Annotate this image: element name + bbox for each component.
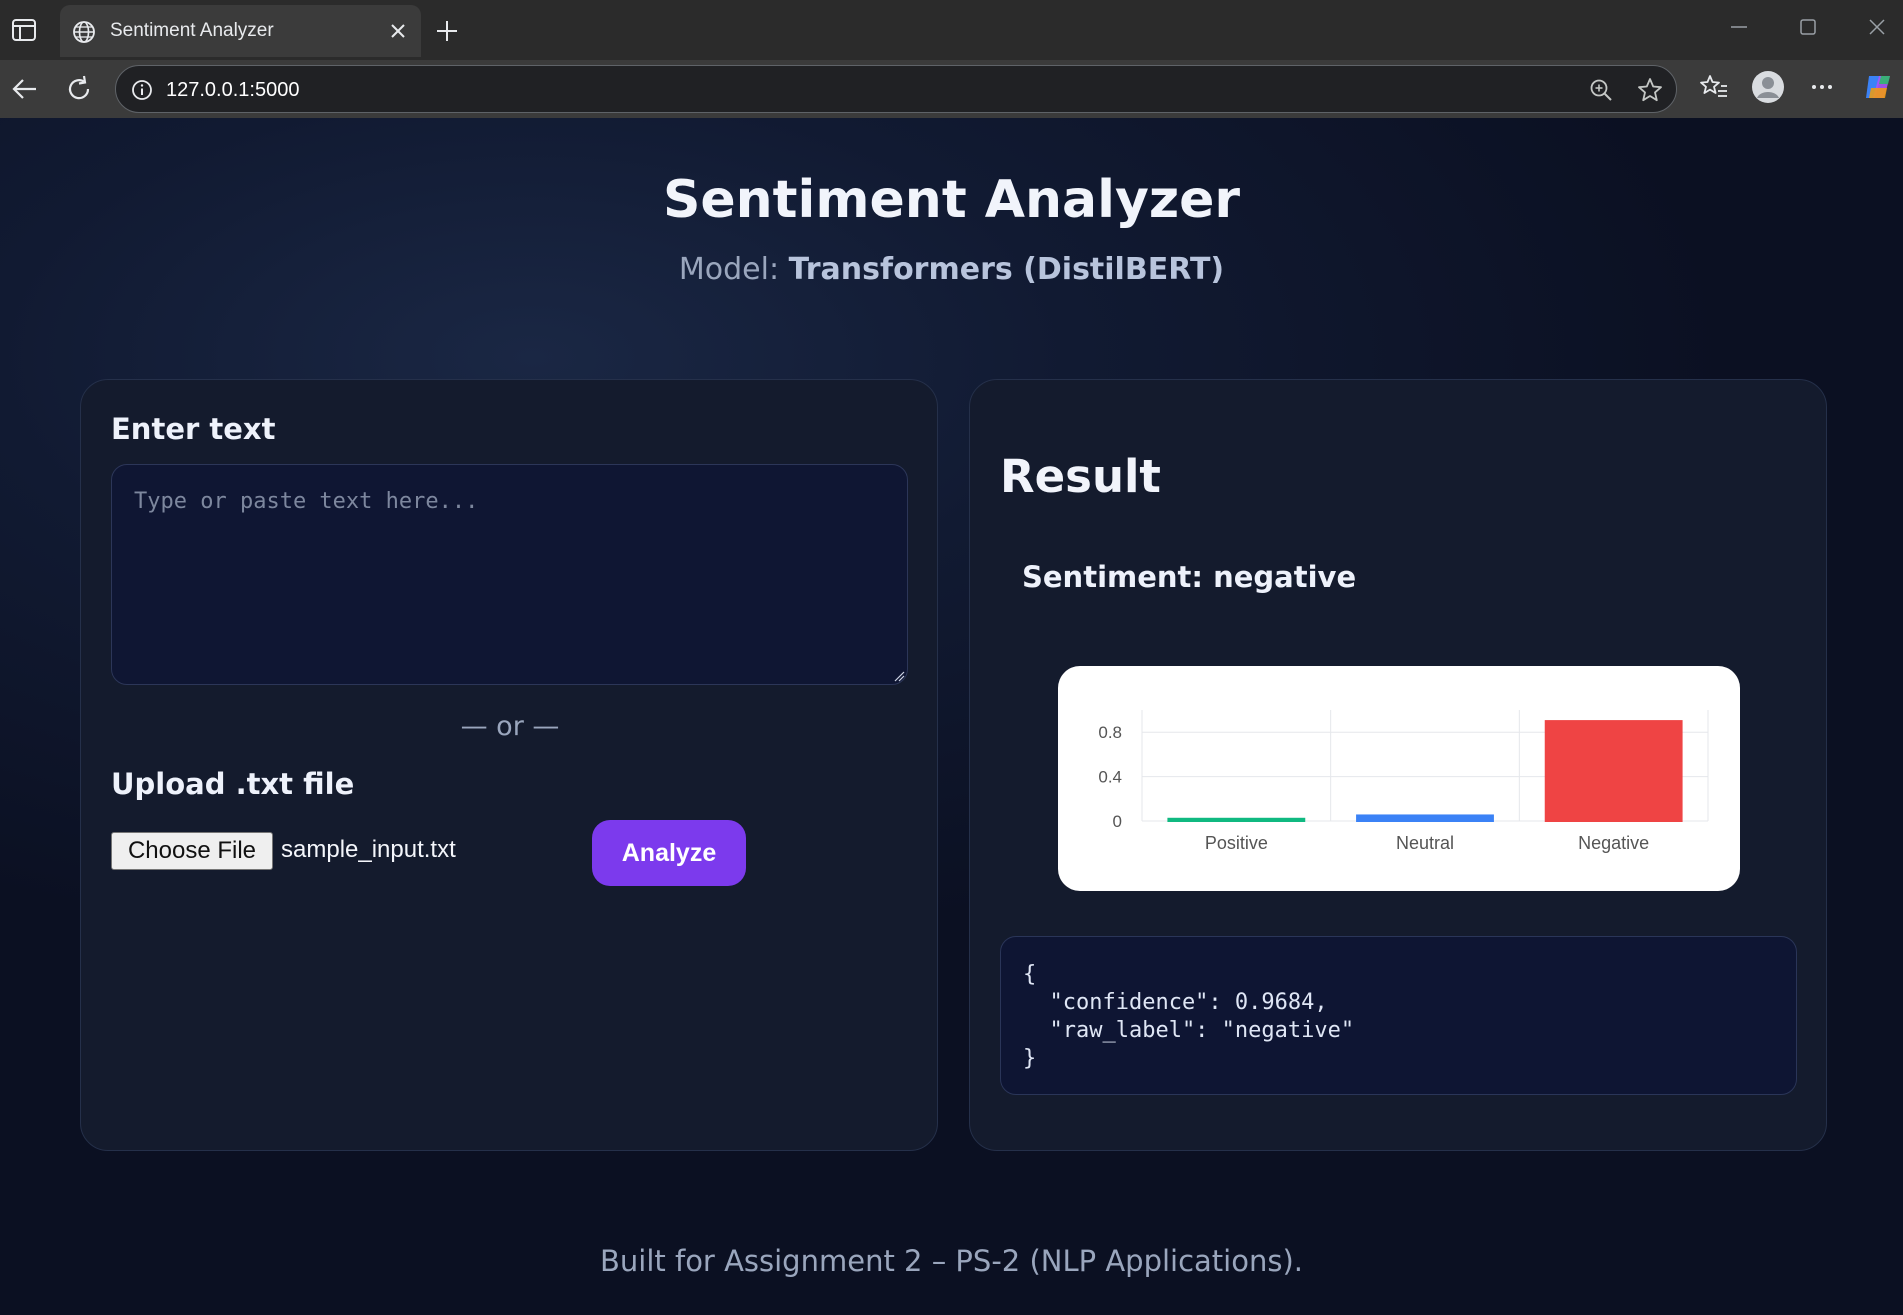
favorite-star-icon[interactable] [1636, 76, 1664, 104]
favorites-icon[interactable] [1699, 72, 1729, 102]
new-tab-icon[interactable] [434, 18, 460, 44]
model-name: Transformers (DistilBERT) [788, 252, 1225, 287]
bar-positive [1167, 817, 1306, 822]
back-arrow-icon[interactable] [10, 74, 40, 104]
resize-handle-icon[interactable] [893, 670, 905, 682]
maximize-icon[interactable] [1797, 16, 1819, 38]
or-divider: — or — [460, 711, 560, 742]
reload-icon[interactable] [64, 74, 94, 104]
address-bar[interactable]: 127.0.0.1:5000 [115, 65, 1677, 113]
enter-text-label: Enter text [111, 412, 276, 446]
copilot-icon[interactable] [1861, 70, 1895, 104]
input-card: Enter text Type or paste text here... — … [80, 379, 938, 1151]
y-tick-label: 0 [1113, 812, 1122, 831]
footer-text: Built for Assignment 2 – PS-2 (NLP Appli… [600, 1244, 1303, 1278]
textarea-placeholder: Type or paste text here... [134, 489, 479, 514]
x-tick-label: Neutral [1396, 833, 1454, 853]
json-text: { "confidence": 0.9684, "raw_label": "ne… [1023, 962, 1355, 1071]
profile-avatar-icon[interactable] [1751, 70, 1785, 104]
result-card: Result Sentiment: negative 0 0.4 0.8 Positi… [969, 379, 1827, 1151]
globe-icon [73, 21, 95, 43]
x-tick-label: Positive [1205, 833, 1268, 853]
close-window-icon[interactable] [1866, 16, 1888, 38]
more-options-icon[interactable] [1807, 72, 1837, 102]
x-tick-label: Negative [1578, 833, 1649, 853]
y-tick-label: 0.4 [1098, 768, 1122, 787]
chart-svg: 0 0.4 0.8 Positive Neutral Negative [1098, 710, 1709, 853]
browser-chrome: Sentiment Analyzer 127.0.0.1:5000 [0, 0, 1903, 118]
model-subtitle: Model: Transformers (DistilBERT) [0, 252, 1903, 287]
page: Sentiment Analyzer Model: Transformers (… [0, 118, 1903, 1315]
text-input-area[interactable]: Type or paste text here... [111, 464, 908, 685]
analyze-button[interactable]: Analyze [592, 820, 746, 886]
zoom-icon[interactable] [1588, 77, 1614, 103]
result-title: Result [1000, 450, 1161, 503]
browser-tab[interactable]: Sentiment Analyzer [60, 5, 421, 57]
sentiment-label: Sentiment: negative [1022, 560, 1357, 594]
model-prefix: Model: [678, 252, 789, 287]
sentiment-chart: 0 0.4 0.8 Positive Neutral Negative [1058, 666, 1740, 891]
json-output: { "confidence": 0.9684, "raw_label": "ne… [1000, 936, 1797, 1095]
bar-neutral [1356, 814, 1494, 822]
minimize-icon[interactable] [1728, 16, 1750, 38]
page-title: Sentiment Analyzer [662, 170, 1241, 230]
bar-negative [1544, 720, 1683, 822]
choose-file-button[interactable]: Choose File [111, 832, 273, 870]
selected-file-name: sample_input.txt [281, 836, 456, 863]
tab-actions-icon[interactable] [11, 18, 37, 42]
close-tab-icon[interactable] [388, 21, 408, 41]
address-bar-row: 127.0.0.1:5000 [0, 60, 1903, 118]
tab-title: Sentiment Analyzer [110, 20, 274, 41]
tab-bar: Sentiment Analyzer [0, 0, 1903, 60]
y-tick-label: 0.8 [1098, 723, 1122, 742]
url-text[interactable]: 127.0.0.1:5000 [166, 79, 299, 102]
site-info-icon[interactable] [130, 78, 154, 102]
upload-label: Upload .txt file [111, 767, 355, 801]
